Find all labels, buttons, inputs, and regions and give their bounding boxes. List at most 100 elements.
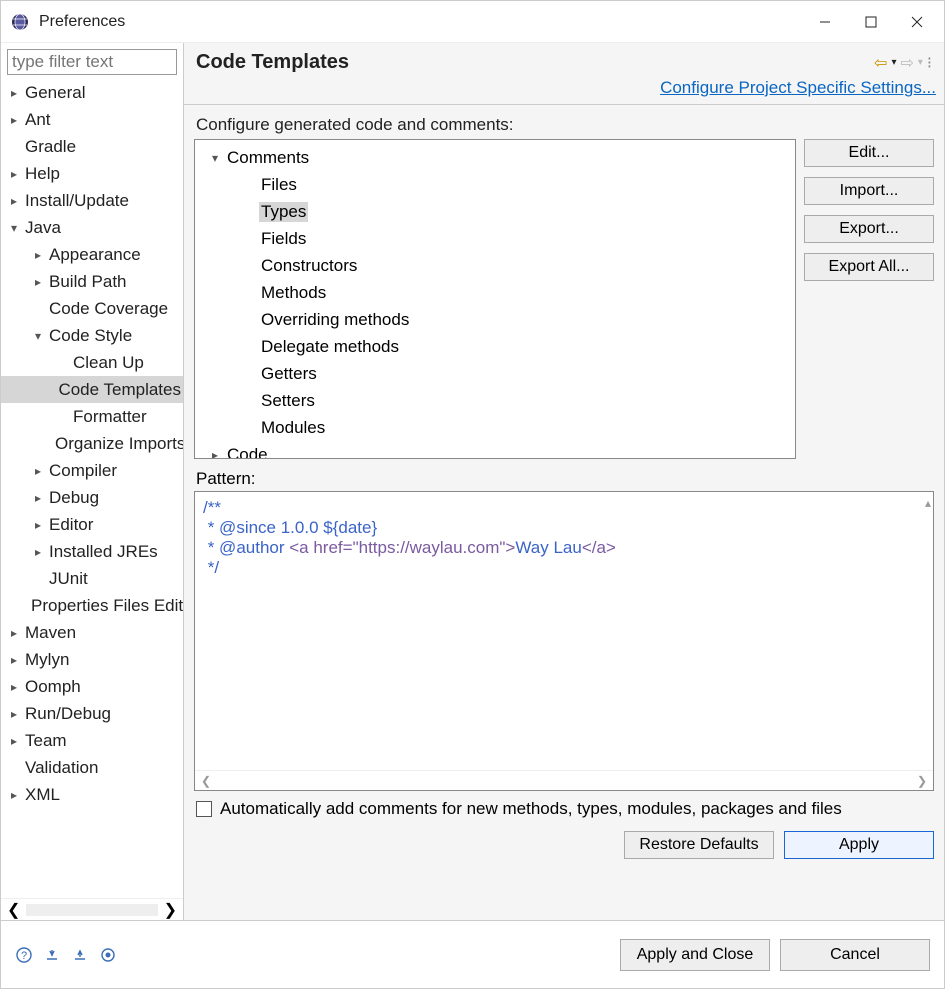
sidebar-item[interactable]: ▸Compiler xyxy=(1,457,183,484)
chevron-right-icon[interactable]: ▸ xyxy=(5,194,23,208)
template-tree-item[interactable]: Setters xyxy=(201,387,789,414)
sidebar-item[interactable]: ▸Team xyxy=(1,727,183,754)
export-all-button[interactable]: Export All... xyxy=(804,253,934,281)
chevron-right-icon[interactable]: ▸ xyxy=(29,248,47,262)
pattern-label: Pattern: xyxy=(196,469,932,489)
back-icon[interactable]: ⇦ xyxy=(874,53,887,73)
chevron-right-icon[interactable]: ▸ xyxy=(5,626,23,640)
sidebar-item-label: Gradle xyxy=(23,137,78,157)
pattern-text[interactable]: /** * @since 1.0.0 ${date} * @author <a … xyxy=(195,492,933,770)
template-tree-item-label: Code xyxy=(225,445,270,460)
sidebar-item[interactable]: Organize Imports xyxy=(1,430,183,457)
chevron-right-icon[interactable]: ▸ xyxy=(29,275,47,289)
template-tree-item[interactable]: Methods xyxy=(201,279,789,306)
chevron-right-icon[interactable]: ▸ xyxy=(5,707,23,721)
chevron-right-icon[interactable]: ▸ xyxy=(5,788,23,802)
sidebar-item[interactable]: Gradle xyxy=(1,133,183,160)
pattern-vscroll-up-icon[interactable]: ▴ xyxy=(925,496,931,510)
chevron-down-icon[interactable]: ▾ xyxy=(205,151,225,165)
sidebar-item[interactable]: ▸Maven xyxy=(1,619,183,646)
minimize-button[interactable] xyxy=(802,2,848,42)
back-menu-icon[interactable]: ▾ xyxy=(891,57,896,68)
scroll-left-icon[interactable]: ❮ xyxy=(7,900,20,920)
sidebar-item[interactable]: ▸Oomph xyxy=(1,673,183,700)
sidebar-item[interactable]: ▸Run/Debug xyxy=(1,700,183,727)
template-tree-item[interactable]: Delegate methods xyxy=(201,333,789,360)
scroll-right-icon[interactable]: ❯ xyxy=(917,774,927,788)
chevron-right-icon[interactable]: ▸ xyxy=(205,448,225,460)
sidebar-item[interactable]: JUnit xyxy=(1,565,183,592)
template-tree-item[interactable]: Getters xyxy=(201,360,789,387)
scroll-thumb[interactable] xyxy=(26,904,157,916)
sidebar-item[interactable]: ▾Java xyxy=(1,214,183,241)
template-tree-item[interactable]: Fields xyxy=(201,225,789,252)
sidebar-item[interactable]: ▸Mylyn xyxy=(1,646,183,673)
chevron-down-icon[interactable]: ▾ xyxy=(29,329,47,343)
sidebar-item[interactable]: ▸Debug xyxy=(1,484,183,511)
sidebar-item[interactable]: ▸Help xyxy=(1,160,183,187)
chevron-right-icon[interactable]: ▸ xyxy=(29,545,47,559)
template-tree-item[interactable]: Overriding methods xyxy=(201,306,789,333)
chevron-right-icon[interactable]: ▸ xyxy=(29,491,47,505)
sidebar-item[interactable]: ▸Ant xyxy=(1,106,183,133)
sidebar: ▸General▸AntGradle▸Help▸Install/Update▾J… xyxy=(1,43,184,920)
chevron-right-icon[interactable]: ▸ xyxy=(5,113,23,127)
help-icon[interactable]: ? xyxy=(15,946,33,964)
pattern-hscroll[interactable]: ❮❯ xyxy=(195,770,933,790)
maximize-button[interactable] xyxy=(848,2,894,42)
restore-defaults-button[interactable]: Restore Defaults xyxy=(624,831,774,859)
export-prefs-icon[interactable] xyxy=(71,946,89,964)
sidebar-item[interactable]: Validation xyxy=(1,754,183,781)
chevron-right-icon[interactable]: ▸ xyxy=(5,86,23,100)
sidebar-item[interactable]: ▸Editor xyxy=(1,511,183,538)
sidebar-item-label: General xyxy=(23,83,87,103)
oomph-record-icon[interactable] xyxy=(99,946,117,964)
cancel-button[interactable]: Cancel xyxy=(780,939,930,971)
edit-button[interactable]: Edit... xyxy=(804,139,934,167)
template-tree-item[interactable]: ▸Code xyxy=(201,441,789,459)
sidebar-item[interactable]: Code Templates xyxy=(1,376,183,403)
chevron-right-icon[interactable]: ▸ xyxy=(5,653,23,667)
filter-input[interactable] xyxy=(7,49,177,75)
sidebar-item[interactable]: ▸XML xyxy=(1,781,183,808)
template-tree-item[interactable]: Modules xyxy=(201,414,789,441)
template-tree-item-label: Overriding methods xyxy=(259,310,411,330)
import-prefs-icon[interactable] xyxy=(43,946,61,964)
sidebar-item[interactable]: ▸Build Path xyxy=(1,268,183,295)
sidebar-item[interactable]: ▾Code Style xyxy=(1,322,183,349)
export-button[interactable]: Export... xyxy=(804,215,934,243)
view-menu-icon[interactable]: ⁝ xyxy=(927,53,932,73)
chevron-right-icon[interactable]: ▸ xyxy=(29,518,47,532)
scroll-right-icon[interactable]: ❯ xyxy=(164,900,177,920)
template-tree[interactable]: ▾CommentsFilesTypesFields Constructors Met… xyxy=(194,139,796,459)
close-button[interactable] xyxy=(894,2,940,42)
apply-and-close-button[interactable]: Apply and Close xyxy=(620,939,770,971)
template-tree-item-label: Constructors xyxy=(259,256,359,276)
import-button[interactable]: Import... xyxy=(804,177,934,205)
auto-comments-checkbox[interactable] xyxy=(196,801,212,817)
sidebar-item[interactable]: Formatter xyxy=(1,403,183,430)
template-tree-item[interactable]: Files xyxy=(201,171,789,198)
project-settings-link[interactable]: Configure Project Specific Settings... xyxy=(660,78,936,97)
sidebar-item[interactable]: ▸Installed JREs xyxy=(1,538,183,565)
chevron-right-icon[interactable]: ▸ xyxy=(5,167,23,181)
preferences-tree[interactable]: ▸General▸AntGradle▸Help▸Install/Update▾J… xyxy=(1,79,183,898)
chevron-right-icon[interactable]: ▸ xyxy=(29,464,47,478)
scroll-left-icon[interactable]: ❮ xyxy=(201,774,211,788)
sidebar-item[interactable]: ▸Appearance xyxy=(1,241,183,268)
sidebar-item[interactable]: ▸General xyxy=(1,79,183,106)
template-tree-item[interactable]: ▾Comments xyxy=(201,144,789,171)
chevron-right-icon[interactable]: ▸ xyxy=(5,680,23,694)
sidebar-item[interactable]: ▸Install/Update xyxy=(1,187,183,214)
sidebar-scrollbar[interactable]: ❮ ❯ xyxy=(1,898,183,920)
sidebar-item-label: Help xyxy=(23,164,62,184)
sidebar-item[interactable]: Properties Files Editor xyxy=(1,592,183,619)
template-tree-item[interactable]: Constructors xyxy=(201,252,789,279)
sidebar-item[interactable]: Code Coverage xyxy=(1,295,183,322)
apply-button[interactable]: Apply xyxy=(784,831,934,859)
sidebar-item[interactable]: Clean Up xyxy=(1,349,183,376)
template-tree-item[interactable]: Types xyxy=(201,198,789,225)
forward-icon[interactable]: ⇨ xyxy=(900,53,913,73)
chevron-right-icon[interactable]: ▸ xyxy=(5,734,23,748)
chevron-down-icon[interactable]: ▾ xyxy=(5,221,23,235)
